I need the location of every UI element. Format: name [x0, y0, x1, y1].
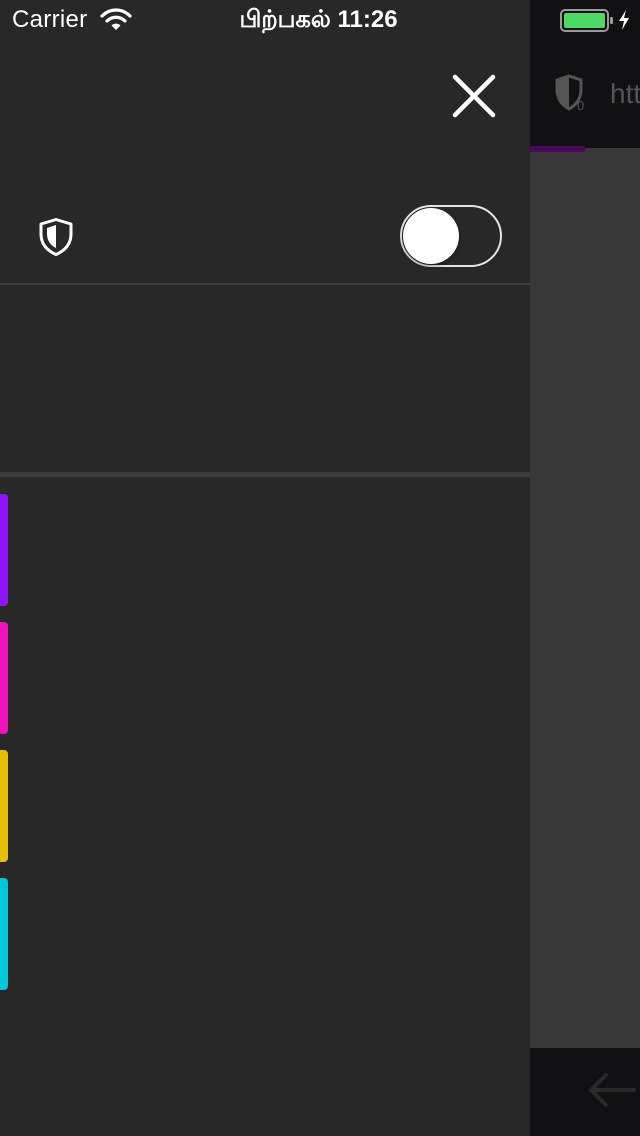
- divider: [0, 472, 530, 477]
- menu-panel: [0, 0, 530, 1136]
- url-text[interactable]: htt: [610, 78, 640, 110]
- color-tab-yellow[interactable]: [0, 750, 8, 862]
- battery-icon: [560, 9, 614, 38]
- charging-icon: [617, 9, 631, 36]
- color-tab-purple[interactable]: [0, 494, 8, 606]
- status-time: பிற்பகல் 11:26: [239, 6, 398, 33]
- close-button[interactable]: [446, 68, 502, 124]
- tracker-count: 0: [577, 98, 584, 113]
- browser-background: 0 htt: [530, 0, 640, 1136]
- shield-counter-icon[interactable]: 0: [552, 74, 592, 119]
- shield-icon: [38, 218, 74, 261]
- back-arrow-icon[interactable]: [586, 1070, 636, 1115]
- toggle-knob: [403, 208, 459, 264]
- color-tab-magenta[interactable]: [0, 622, 8, 734]
- close-icon: [452, 74, 496, 118]
- tracking-protection-row: [0, 190, 530, 284]
- divider: [0, 283, 530, 285]
- status-bar: Carrier பிற்பகல் 11:26: [0, 0, 640, 40]
- page-load-progress: [530, 146, 586, 152]
- color-tab-cyan[interactable]: [0, 878, 8, 990]
- tracking-protection-toggle[interactable]: [400, 205, 502, 267]
